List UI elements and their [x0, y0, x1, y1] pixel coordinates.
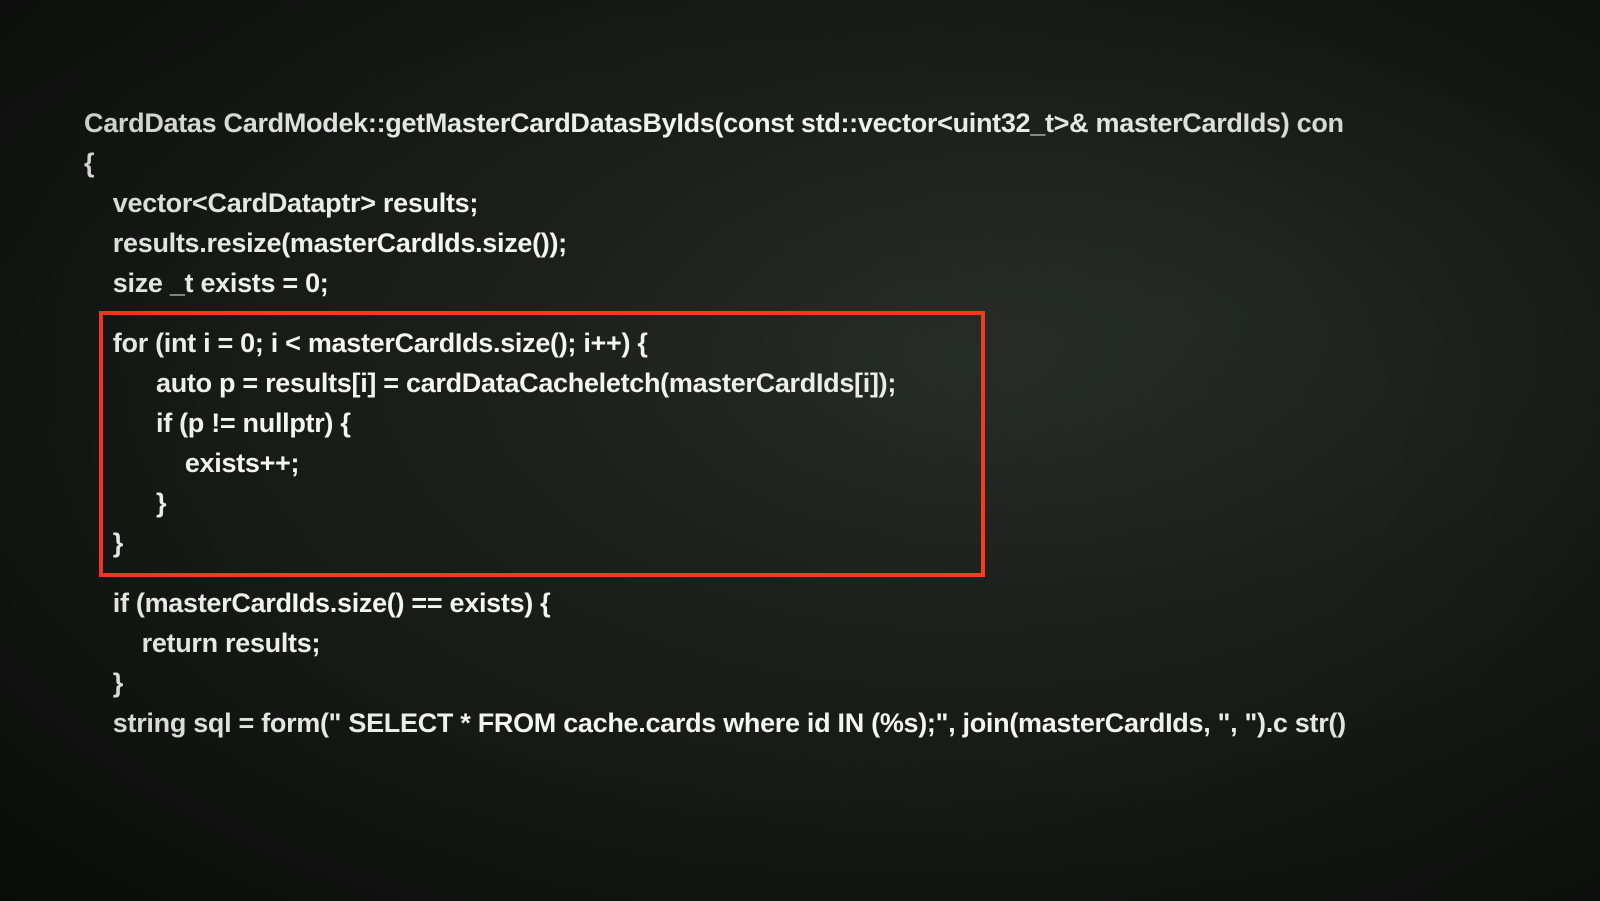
code-line: size _t exists = 0;	[84, 263, 1600, 303]
code-line: if (masterCardIds.size() == exists) {	[84, 583, 1600, 623]
code-line: auto p = results[i] = cardDataCacheletch…	[84, 363, 1600, 403]
code-line: }	[84, 663, 1600, 703]
code-line: exists++;	[84, 443, 1600, 483]
code-line: vector<CardDataptr> results;	[84, 183, 1600, 223]
code-line: if (p != nullptr) {	[84, 403, 1600, 443]
code-line: CardDatas CardModek::getMasterCardDatasB…	[84, 103, 1600, 143]
code-line: return results;	[84, 623, 1600, 663]
code-line: results.resize(masterCardIds.size());	[84, 223, 1600, 263]
code-line: string sql = form(" SELECT * FROM cache.…	[84, 703, 1600, 743]
code-line: }	[84, 523, 1600, 563]
blank-line	[84, 303, 1600, 323]
code-line: }	[84, 483, 1600, 523]
blank-line	[84, 563, 1600, 583]
code-block: CardDatas CardModek::getMasterCardDatasB…	[84, 103, 1600, 743]
code-line: {	[84, 143, 1600, 183]
code-line: for (int i = 0; i < masterCardIds.size()…	[84, 323, 1600, 363]
